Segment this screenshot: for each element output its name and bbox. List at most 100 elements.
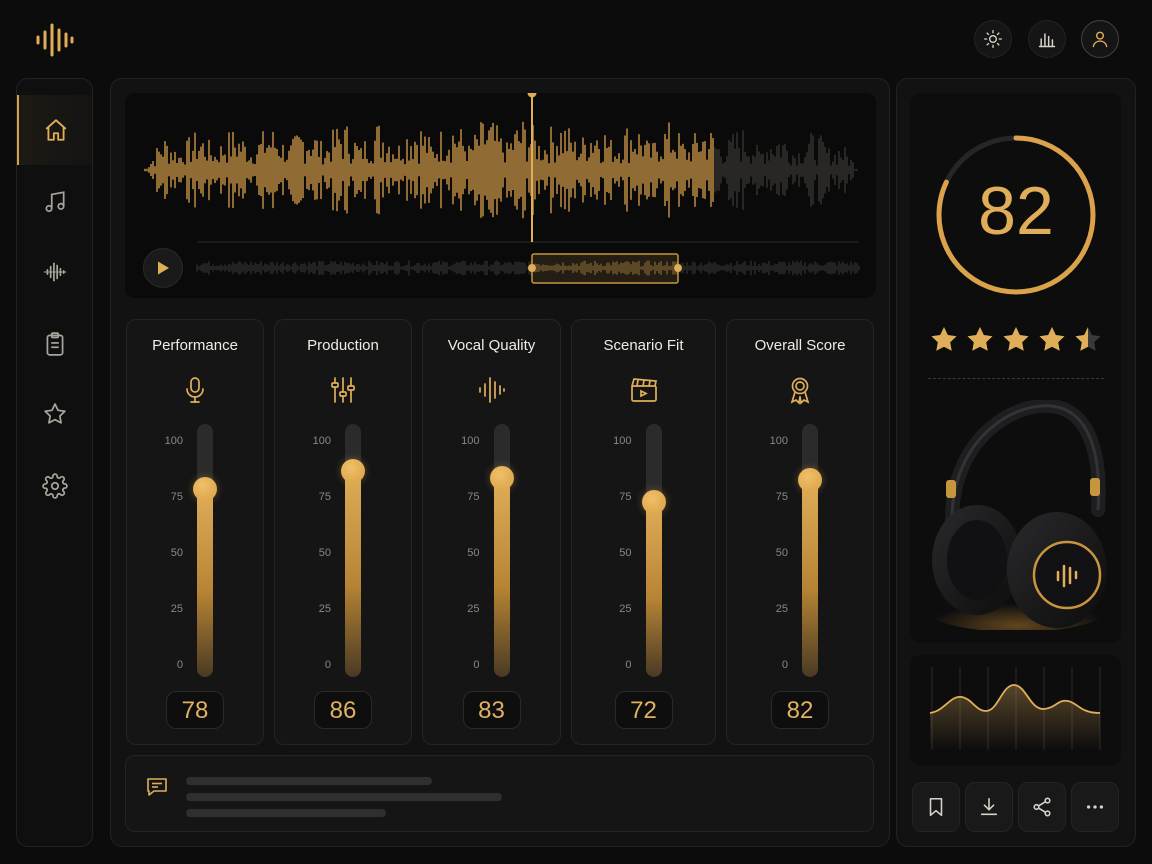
bookmark-button[interactable]: [912, 782, 960, 832]
scale-tick-label: 50: [170, 547, 183, 559]
metric-title: Overall Score: [754, 337, 846, 354]
metric-card-scenario-fit: Scenario Fit 100 75 50 25 0 72: [571, 319, 716, 745]
metric-value: 72: [614, 691, 673, 729]
score-slider-fill: [493, 477, 510, 677]
headphones-image: [927, 400, 1107, 630]
metric-value: 83: [462, 691, 521, 729]
waveform-logo-icon: [36, 23, 74, 57]
scale-tick-label: 75: [170, 491, 183, 503]
waveform-icon: [478, 377, 505, 403]
score-slider-handle[interactable]: [489, 465, 514, 490]
score-slider-fill: [197, 488, 213, 677]
trend-chart: [910, 655, 1121, 765]
sidebar-item-clipboard[interactable]: [17, 309, 92, 379]
sun-icon: [984, 30, 1002, 48]
sidebar-item-home[interactable]: [17, 95, 92, 165]
rating-star-icon[interactable]: [1073, 325, 1103, 355]
selection-start-handle[interactable]: [528, 264, 536, 272]
scale-tick-label: 25: [318, 603, 331, 615]
selection-region[interactable]: [531, 253, 679, 284]
rating-star-icon[interactable]: [965, 325, 995, 355]
divider: [928, 378, 1104, 379]
playhead-handle[interactable]: [527, 93, 537, 98]
comment-box[interactable]: [125, 755, 874, 832]
scale-tick-label: 25: [170, 603, 183, 615]
metric-card-production: Production 100 75 50 25 0 86: [274, 319, 412, 745]
scale-tick-label: 100: [769, 435, 788, 447]
play-icon: [158, 261, 169, 275]
metric-title: Production: [307, 337, 379, 354]
download-icon: [980, 797, 998, 816]
sidebar-item-waveform[interactable]: [17, 237, 92, 307]
scale-tick-label: 0: [324, 659, 331, 671]
score-slider-fill: [802, 479, 818, 677]
metric-title: Scenario Fit: [603, 337, 684, 354]
comment-placeholder-line: [186, 809, 386, 817]
overall-score-value: 82: [978, 173, 1054, 249]
star-icon: [43, 403, 66, 424]
music-note-icon: [44, 191, 65, 213]
scale-tick-label: 0: [781, 659, 788, 671]
scale-tick-label: 75: [318, 491, 331, 503]
more-dots-icon: [1086, 805, 1104, 809]
bookmark-icon: [929, 797, 943, 817]
scale-tick-label: 100: [164, 435, 183, 447]
metric-card-vocal-quality: Vocal Quality 100 75 50 25 0 83: [422, 319, 561, 745]
score-slider-handle[interactable]: [341, 459, 365, 484]
profile-button[interactable]: [1081, 20, 1119, 58]
scale-tick-label: 25: [619, 603, 632, 615]
play-button[interactable]: [143, 248, 183, 288]
comment-placeholder-line: [186, 793, 502, 801]
waveform-display[interactable]: [125, 93, 876, 298]
scale-tick-label: 0: [176, 659, 183, 671]
sidebar: [16, 78, 93, 847]
metric-value: 82: [771, 691, 829, 729]
scale-tick-label: 50: [467, 547, 480, 559]
home-icon: [45, 119, 66, 141]
score-slider-handle[interactable]: [193, 476, 217, 501]
share-button[interactable]: [1018, 782, 1066, 832]
scale-tick-label: 100: [312, 435, 331, 447]
score-slider-track[interactable]: [493, 424, 510, 677]
sidebar-item-favorites[interactable]: [17, 379, 92, 449]
rating-star-icon[interactable]: [1001, 325, 1031, 355]
gear-icon: [41, 473, 68, 499]
waveform-player: [125, 93, 876, 298]
rating-star-icon[interactable]: [1037, 325, 1067, 355]
scale-tick-label: 0: [473, 659, 480, 671]
scale-tick-label: 75: [775, 491, 788, 503]
clipboard-icon: [46, 332, 63, 356]
scale-tick-label: 100: [461, 435, 480, 447]
more-button[interactable]: [1071, 782, 1119, 832]
sidebar-item-settings[interactable]: [17, 451, 92, 521]
scale-tick-label: 25: [775, 603, 788, 615]
metric-title: Performance: [152, 337, 238, 354]
selection-end-handle[interactable]: [674, 264, 682, 272]
scale-tick-label: 25: [467, 603, 480, 615]
score-slider-track[interactable]: [645, 424, 662, 677]
brightness-button[interactable]: [974, 20, 1012, 58]
metric-card-overall-score: Overall Score 100 75 50 25 0 82: [726, 319, 874, 745]
microphone-icon: [186, 377, 204, 403]
stats-button[interactable]: [1028, 20, 1066, 58]
scale-tick-label: 75: [619, 491, 632, 503]
score-slider-handle[interactable]: [798, 467, 822, 492]
trend-line-chart: [929, 667, 1101, 750]
score-slider-fill: [345, 471, 361, 677]
score-slider-fill: [645, 502, 662, 677]
scale-tick-label: 50: [775, 547, 788, 559]
score-slider-track[interactable]: [197, 424, 213, 677]
metric-value: 78: [166, 691, 224, 729]
metric-title: Vocal Quality: [447, 337, 536, 354]
metric-value: 86: [314, 691, 372, 729]
score-slider-handle[interactable]: [641, 490, 666, 515]
comment-placeholder-line: [186, 777, 432, 785]
download-button[interactable]: [965, 782, 1013, 832]
sidebar-item-music[interactable]: [17, 167, 92, 237]
rating-star-icon[interactable]: [929, 325, 959, 355]
award-icon: [790, 377, 810, 405]
score-slider-track[interactable]: [802, 424, 818, 677]
scale-tick-label: 50: [318, 547, 331, 559]
scale-tick-label: 50: [619, 547, 632, 559]
bar-chart-icon: [1038, 33, 1056, 48]
